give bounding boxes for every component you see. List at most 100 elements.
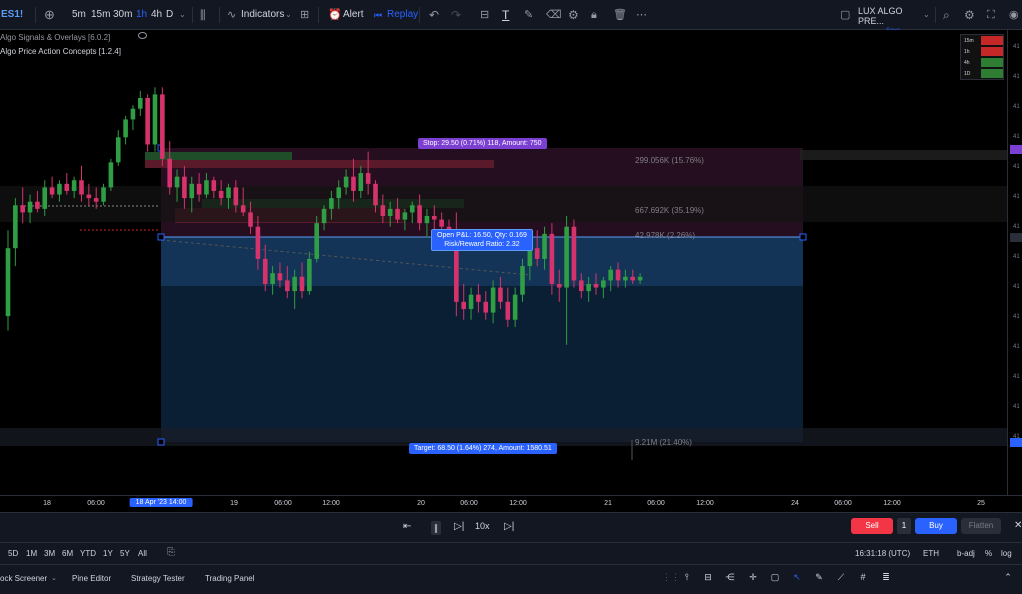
interval-dropdown-chevron-icon[interactable]: ⌄	[179, 0, 186, 30]
interval-5m[interactable]: 5m	[72, 0, 86, 30]
tab-pine-editor[interactable]: Pine Editor	[72, 574, 111, 583]
screener-chevron-icon[interactable]: ⌄	[51, 574, 57, 582]
interval-1h[interactable]: 1h	[136, 0, 147, 30]
candle-body	[270, 273, 275, 284]
templates-icon[interactable]: ⊞	[300, 0, 309, 30]
text-tool-icon[interactable]: T	[502, 0, 509, 30]
hashtag-icon[interactable]: #	[857, 570, 869, 584]
log-scale-toggle[interactable]: log	[1001, 549, 1012, 558]
goto-date-icon[interactable]: ⎘	[167, 547, 175, 558]
candle-body	[277, 273, 283, 281]
chart-settings-icon[interactable]: ⚙	[964, 0, 975, 30]
interval-4h[interactable]: 4h	[151, 0, 162, 30]
range-3m[interactable]: 3M	[44, 549, 55, 558]
flatten-button[interactable]: Flatten	[961, 518, 1001, 534]
collapse-panel-chevron-icon[interactable]: ⌃	[1002, 570, 1014, 584]
stop-loss-label[interactable]: Stop: 29.50 (0.71%) 118, Amount: 750	[418, 138, 547, 149]
indicators-icon[interactable]: ∿	[227, 0, 236, 30]
crosshair-icon[interactable]: ✛	[747, 570, 759, 584]
zone-label-3: 42.978K (2.26%)	[635, 231, 696, 240]
replay-jump-realtime-icon[interactable]: ▷|	[504, 521, 514, 532]
range-5y[interactable]: 5Y	[120, 549, 130, 558]
replay-icon[interactable]: ⏮	[374, 0, 382, 30]
candle-body	[512, 294, 518, 320]
candle-type-icon[interactable]: ⫼	[200, 0, 206, 30]
symbol-search[interactable]: ES1!	[1, 0, 23, 30]
price-tick: 41	[1013, 74, 1020, 80]
tab-stock-screener[interactable]: ock Screener	[0, 574, 47, 583]
range-1y[interactable]: 1Y	[103, 549, 113, 558]
eraser-icon[interactable]: ⌫	[546, 0, 562, 30]
indicators-button[interactable]: Indicators	[241, 0, 284, 30]
range-6m[interactable]: 6M	[62, 549, 73, 558]
settings-icon[interactable]: ⚙	[568, 0, 579, 30]
percent-scale-toggle[interactable]: %	[985, 549, 992, 558]
screener-timeframe: 15m	[964, 37, 974, 44]
snapshot-icon[interactable]: ◉	[1009, 0, 1019, 30]
replay-speed[interactable]: 10x	[475, 521, 490, 531]
interval-15m[interactable]: 15m	[91, 0, 110, 30]
redo-icon[interactable]: ↷	[451, 0, 461, 30]
replay-button[interactable]: Replay	[387, 0, 418, 30]
indicators-chevron-icon[interactable]: ⌄	[285, 0, 292, 30]
cursor-arrow-icon[interactable]: ↖	[791, 570, 803, 584]
undo-icon[interactable]: ↶	[429, 0, 439, 30]
compare-icon[interactable]: ⊕	[44, 0, 55, 30]
candle-body	[380, 205, 386, 216]
rectangle-tool-icon[interactable]: ▢	[769, 570, 781, 584]
layout-icon[interactable]: ▢	[840, 0, 850, 30]
object-tree-icon[interactable]: ⊟	[480, 0, 489, 30]
price-axis[interactable]	[1007, 30, 1022, 495]
position-handle	[157, 438, 165, 446]
session-toggle[interactable]: ETH	[923, 549, 939, 558]
brush-icon[interactable]: ✎	[524, 0, 533, 30]
toolbar-divider	[935, 7, 936, 23]
buy-button[interactable]: Buy	[915, 518, 957, 534]
layout-chevron-icon[interactable]: ⌄	[923, 0, 930, 30]
replay-select-bar-icon[interactable]: ⇤	[403, 521, 411, 532]
drawing-grip-icon[interactable]: ⋮⋮	[662, 570, 680, 584]
price-chart[interactable]	[0, 30, 1007, 495]
take-profit-label[interactable]: Target: 68.50 (1.64%) 274, Amount: 1580.…	[409, 443, 557, 454]
trendline-icon[interactable]: ⟋	[835, 570, 847, 584]
range-all[interactable]: All	[138, 549, 147, 558]
candle-body	[211, 180, 217, 191]
sell-button[interactable]: Sell	[851, 518, 893, 534]
chart-canvas[interactable]	[0, 30, 1007, 495]
replay-step-forward-icon[interactable]: ▷|	[454, 521, 464, 532]
range-1m[interactable]: 1M	[26, 549, 37, 558]
time-tick: 06:00	[87, 500, 105, 507]
indicator-legend-price-action[interactable]: Algo Price Action Concepts [1.2.4]	[0, 47, 121, 56]
tab-trading-panel[interactable]: Trading Panel	[205, 574, 255, 583]
more-icon[interactable]: ⋯	[636, 0, 647, 30]
indicator-legend-signals[interactable]: Algo Signals & Overlays [6.0.2]	[0, 33, 110, 42]
utc-clock[interactable]: 16:31:18 (UTC)	[855, 549, 910, 558]
eye-hidden-icon[interactable]	[138, 32, 147, 39]
alert-icon[interactable]: ⏰	[328, 0, 342, 30]
interval-d[interactable]: D	[166, 0, 173, 30]
range-5d[interactable]: 5D	[8, 549, 18, 558]
alert-button[interactable]: Alert	[343, 0, 364, 30]
close-replay-icon[interactable]: ✕	[1014, 520, 1022, 531]
pitchfork-icon[interactable]: ⋲	[724, 570, 736, 584]
time-axis[interactable]: 18 06:00 19 06:00 12:00 20 06:00 12:00 2…	[0, 495, 1022, 512]
interval-30m[interactable]: 30m	[113, 0, 132, 30]
candle-body	[27, 201, 33, 213]
lock-icon[interactable]: 🔒︎	[591, 0, 597, 30]
zone-label-4: 9.21M (21.40%)	[635, 438, 692, 447]
brush-tool-icon[interactable]: ✎	[813, 570, 825, 584]
trash-icon[interactable]: 🗑︎	[613, 0, 627, 30]
open-pnl-label[interactable]: Open P&L: 16.50, Qty: 0.169 Risk/Reward …	[431, 229, 533, 251]
quantity-field[interactable]: 1	[897, 518, 911, 534]
fib-icon[interactable]: ⊟	[702, 570, 714, 584]
adjustment-toggle[interactable]: b-adj	[957, 549, 975, 558]
fullscreen-icon[interactable]: ⛶	[987, 0, 995, 30]
candle-body	[336, 187, 342, 199]
candle-body	[108, 162, 114, 188]
search-icon[interactable]: ⌕	[943, 0, 950, 30]
vertical-line-icon[interactable]: ⫯	[681, 570, 693, 584]
replay-pause-icon[interactable]: ∥	[431, 521, 441, 535]
menu-lines-icon[interactable]: ≣	[880, 570, 892, 584]
range-ytd[interactable]: YTD	[80, 549, 96, 558]
tab-strategy-tester[interactable]: Strategy Tester	[131, 574, 185, 583]
